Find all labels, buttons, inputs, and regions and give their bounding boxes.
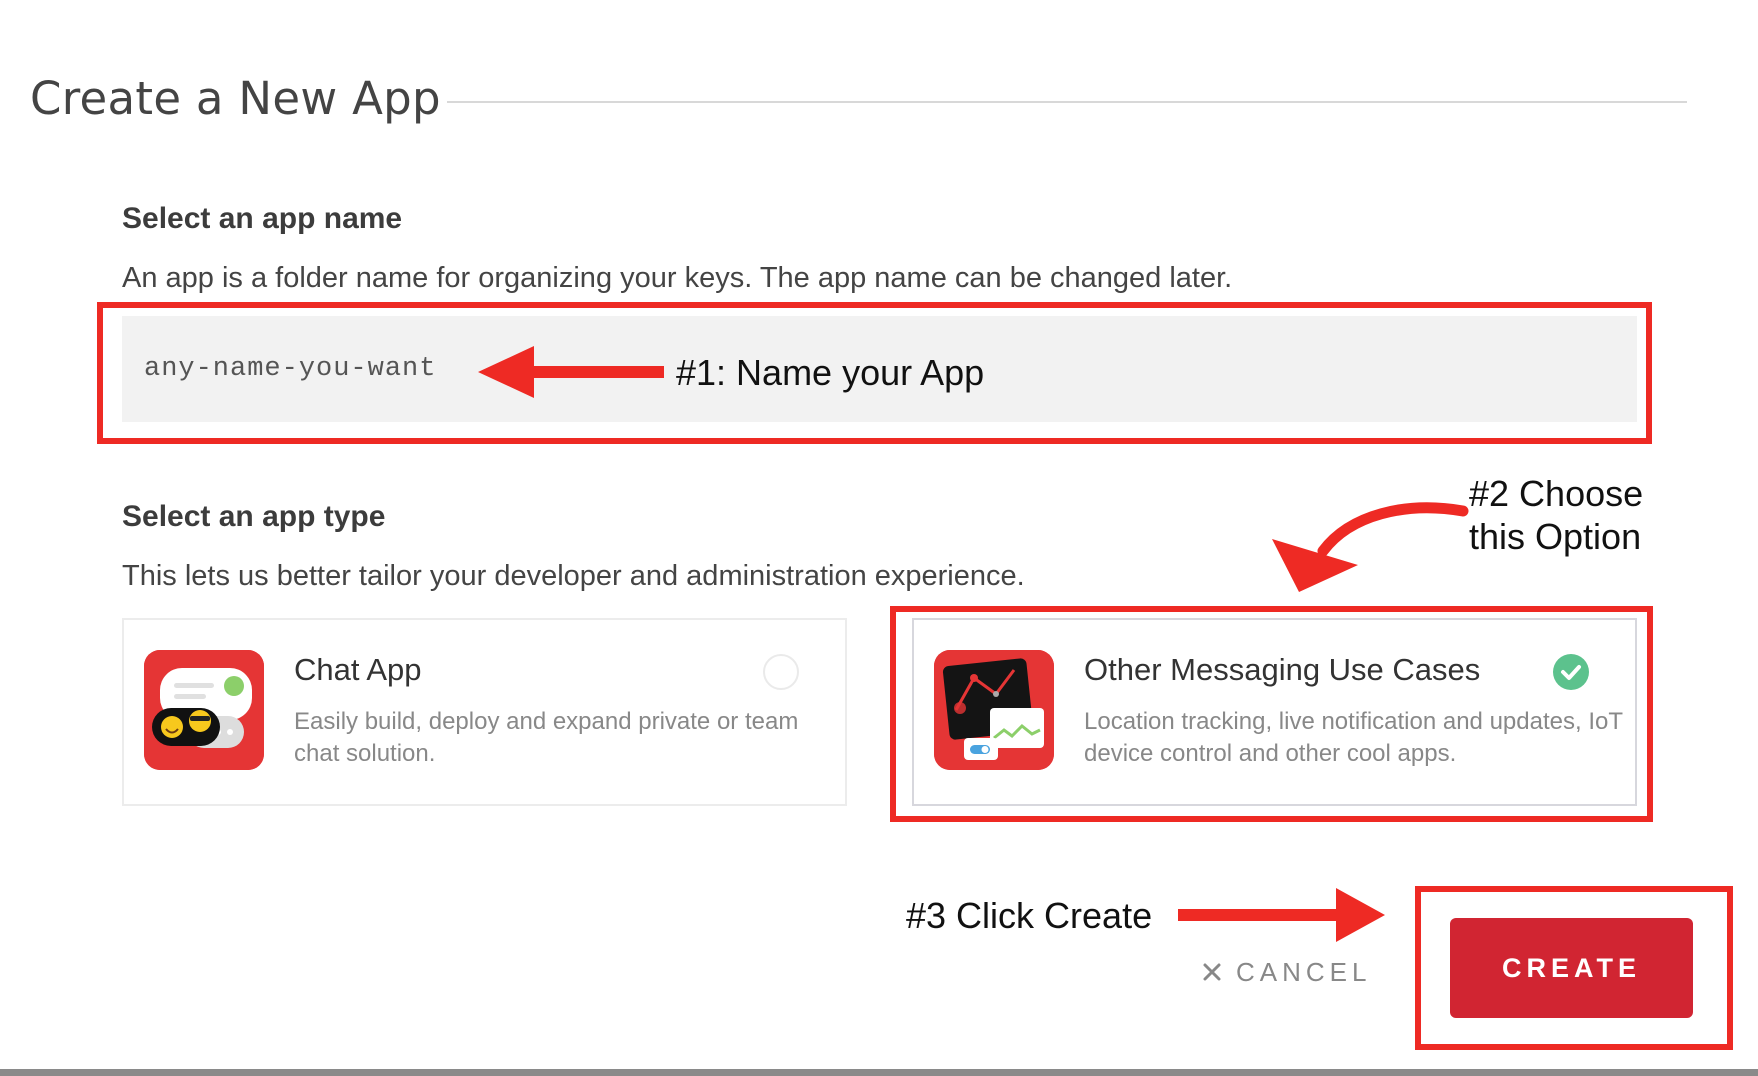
app-type-description: This lets us better tailor your develope… <box>122 560 1025 592</box>
chat-app-icon <box>144 650 264 770</box>
cancel-button[interactable]: CANCEL <box>1202 952 1371 992</box>
annotation-box-app-type <box>890 606 1653 822</box>
app-name-heading: Select an app name <box>122 202 403 235</box>
title-divider <box>447 101 1687 103</box>
app-type-card-chat[interactable]: Chat App Easily build, deploy and expand… <box>122 618 847 806</box>
chat-app-title: Chat App <box>294 652 422 687</box>
app-name-description: An app is a folder name for organizing y… <box>122 262 1233 294</box>
annotation-arrow-left <box>478 346 664 398</box>
bottom-divider <box>0 1069 1758 1076</box>
annotation-step-2-line-2: this Option <box>1469 516 1642 557</box>
chat-app-description: Easily build, deploy and expand private … <box>294 708 799 767</box>
cancel-label: CANCEL <box>1236 956 1372 987</box>
app-type-heading: Select an app type <box>122 500 386 533</box>
page-title: Create a New App <box>30 72 441 125</box>
annotation-step-1: #1: Name your App <box>676 352 985 393</box>
annotation-step-3: #3 Click Create <box>906 895 1153 936</box>
create-app-dialog: Create a New App Select an app name An a… <box>0 0 1758 1076</box>
chat-app-radio[interactable] <box>763 654 799 690</box>
close-icon <box>1203 963 1221 981</box>
annotation-step-2-line-1: #2 Choose <box>1469 473 1644 514</box>
annotation-arrow-curved <box>1272 502 1469 592</box>
annotation-arrow-right <box>1178 888 1385 942</box>
create-button[interactable]: CREATE <box>1450 918 1693 1018</box>
